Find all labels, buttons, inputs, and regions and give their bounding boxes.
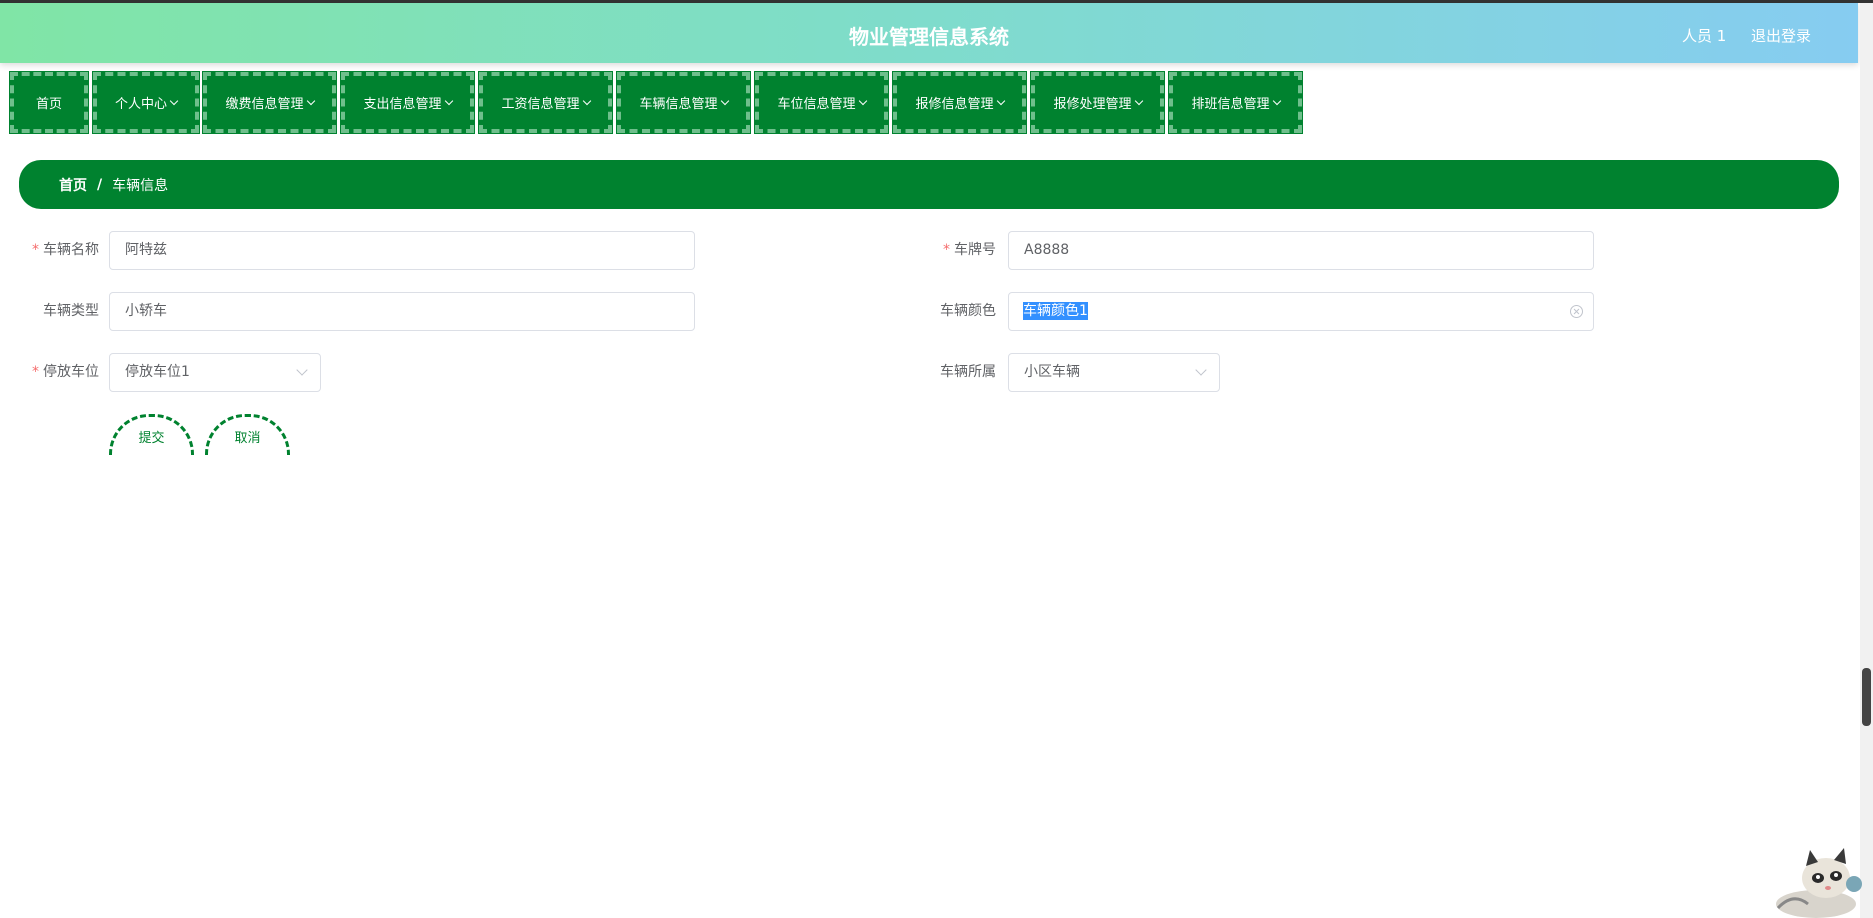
plate-number-label: * 车牌号: [920, 231, 996, 270]
nav-item-repair-handling[interactable]: 报修处理管理: [1030, 71, 1165, 134]
current-user[interactable]: 人员 1: [1682, 25, 1726, 46]
chevron-down-icon: [1134, 96, 1143, 105]
nav-item-vehicle[interactable]: 车辆信息管理: [616, 71, 751, 134]
cancel-button[interactable]: 取消: [205, 414, 290, 455]
breadcrumb: 首页 / 车辆信息: [19, 160, 1839, 209]
nav-item-salary[interactable]: 工资信息管理: [478, 71, 613, 134]
nav-item-label: 排班信息管理: [1191, 97, 1270, 112]
parking-space-label-text: 停放车位: [43, 364, 99, 380]
nav-item-label: 支出信息管理: [363, 97, 442, 112]
chevron-down-icon: [306, 96, 315, 105]
vehicle-color-input[interactable]: 车辆颜色1: [1008, 292, 1594, 331]
breadcrumb-current: 车辆信息: [112, 177, 169, 194]
vehicle-color-value: 车辆颜色1: [1023, 302, 1088, 320]
nav-item-label: 报修信息管理: [915, 97, 994, 112]
clear-icon[interactable]: [1570, 305, 1583, 318]
vehicle-type-value: 小轿车: [125, 303, 167, 319]
required-mark: *: [32, 242, 39, 258]
required-mark: *: [943, 242, 950, 258]
chevron-down-icon: [169, 96, 179, 105]
chevron-down-icon: [996, 96, 1005, 105]
vehicle-name-label-text: 车辆名称: [43, 242, 99, 258]
nav-item-payment[interactable]: 缴费信息管理: [202, 71, 337, 134]
vehicle-owner-select[interactable]: 小区车辆: [1008, 353, 1220, 392]
vehicle-name-value: 阿特兹: [125, 242, 167, 258]
logout-link[interactable]: 退出登录: [1751, 25, 1811, 46]
chevron-down-icon: [582, 96, 591, 105]
plate-number-label-text: 车牌号: [954, 242, 996, 258]
vehicle-type-label: 车辆类型: [20, 292, 99, 331]
nav-item-home[interactable]: 首页: [9, 71, 89, 134]
chevron-down-icon: [296, 364, 308, 376]
plate-number-value: A8888: [1024, 242, 1070, 258]
nav-item-label: 个人中心: [114, 97, 167, 112]
mascot-cat-icon: [1776, 848, 1862, 918]
chevron-down-icon: [858, 96, 867, 105]
app-title: 物业管理信息系统: [849, 25, 1009, 49]
required-mark: *: [32, 364, 39, 380]
submit-button[interactable]: 提交: [109, 414, 194, 455]
vehicle-name-label: * 车辆名称: [20, 231, 99, 270]
vehicle-owner-label-text: 车辆所属: [940, 364, 996, 380]
nav-item-label: 车辆信息管理: [639, 97, 718, 112]
parking-space-select[interactable]: 停放车位1: [109, 353, 321, 392]
breadcrumb-separator: /: [97, 176, 103, 193]
vehicle-color-label: 车辆颜色: [920, 292, 996, 331]
nav-item-label: 报修处理管理: [1053, 97, 1132, 112]
chevron-down-icon: [444, 96, 453, 105]
vehicle-type-label-text: 车辆类型: [43, 303, 99, 319]
vehicle-owner-value: 小区车辆: [1024, 364, 1080, 380]
vehicle-color-label-text: 车辆颜色: [940, 303, 996, 319]
nav-item-label: 工资信息管理: [501, 97, 580, 112]
plate-number-input[interactable]: A8888: [1008, 231, 1594, 270]
vehicle-name-input[interactable]: 阿特兹: [109, 231, 695, 270]
nav-item-repair-info[interactable]: 报修信息管理: [892, 71, 1027, 134]
chevron-down-icon: [1272, 96, 1281, 105]
nav-item-expense[interactable]: 支出信息管理: [340, 71, 475, 134]
scrollbar-thumb[interactable]: [1862, 668, 1871, 726]
parking-space-label: * 停放车位: [20, 353, 99, 392]
nav-item-label: 首页: [35, 97, 62, 112]
scrollbar-track[interactable]: [1860, 3, 1873, 918]
chevron-down-icon: [1195, 364, 1207, 376]
nav-item-label: 缴费信息管理: [225, 97, 304, 112]
nav-item-personal-center[interactable]: 个人中心: [92, 71, 200, 134]
vehicle-owner-label: 车辆所属: [920, 353, 996, 392]
nav-item-schedule[interactable]: 排班信息管理: [1168, 71, 1303, 134]
nav-item-label: 车位信息管理: [777, 97, 856, 112]
app-header: 物业管理信息系统 人员 1 退出登录: [0, 3, 1858, 63]
breadcrumb-home[interactable]: 首页: [59, 175, 87, 195]
nav-item-parking[interactable]: 车位信息管理: [754, 71, 889, 134]
vehicle-type-input[interactable]: 小轿车: [109, 292, 695, 331]
parking-space-value: 停放车位1: [125, 364, 190, 380]
chevron-down-icon: [720, 96, 729, 105]
